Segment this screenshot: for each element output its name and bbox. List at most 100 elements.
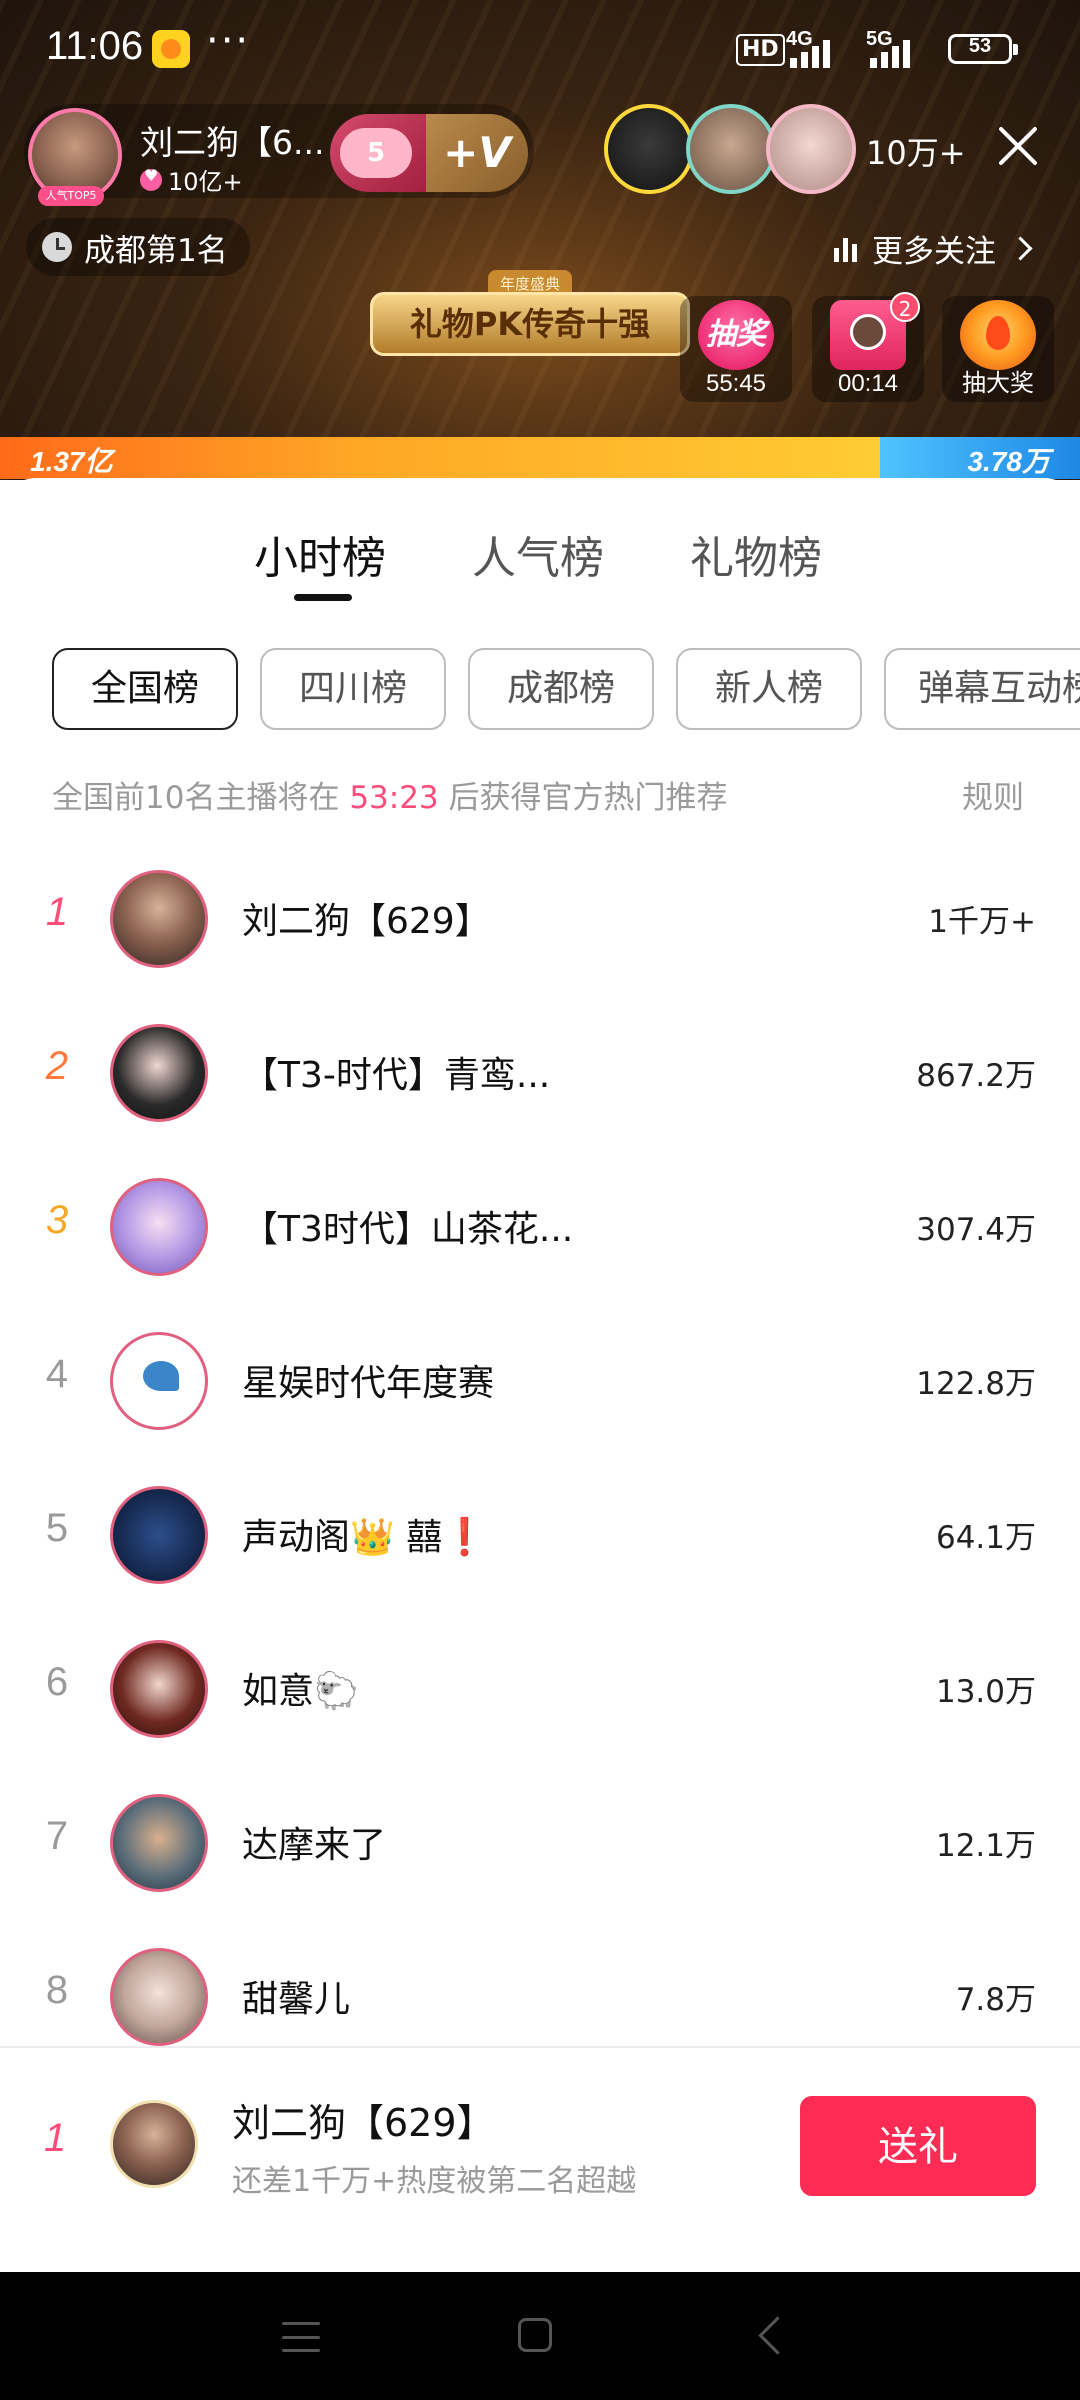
- row-score: 7.8万: [955, 1982, 1036, 2018]
- row-avatar[interactable]: [110, 1178, 208, 1276]
- host-name: 刘二狗【6...: [140, 123, 325, 162]
- filter-danmaku[interactable]: 弹幕互动榜: [884, 648, 1080, 730]
- row-name: 星娱时代年度赛: [242, 1363, 495, 1404]
- ranking-row[interactable]: 7 达摩来了 12.1万: [0, 1766, 1080, 1920]
- row-avatar[interactable]: [110, 1486, 208, 1584]
- lottery-activity[interactable]: 抽奖 55:45: [680, 296, 792, 402]
- hd-voice-icon: HD: [736, 34, 785, 66]
- active-tab-indicator: [294, 594, 352, 601]
- audience-avatar-2[interactable]: [686, 104, 776, 194]
- ranking-row[interactable]: 5 声动阁👑 囍❗ 64.1万: [0, 1458, 1080, 1612]
- row-name: 刘二狗【629】: [242, 901, 491, 942]
- row-score: 64.1万: [935, 1520, 1036, 1556]
- pk-right-value: 3.78万: [967, 446, 1050, 477]
- battery-icon: 53: [948, 34, 1018, 64]
- battery-level: 53: [968, 35, 992, 57]
- row-score: 13.0万: [935, 1674, 1036, 1710]
- ranking-row[interactable]: 1 刘二狗【629】 1千万+: [0, 842, 1080, 996]
- row-name: 【T3时代】山茶花...: [242, 1209, 574, 1250]
- pk-progress-bar: 1.37亿 3.78万: [0, 437, 1080, 479]
- audience-avatar-3[interactable]: [766, 104, 856, 194]
- rules-link[interactable]: 规则: [962, 772, 1024, 817]
- recommend-notice: 全国前10名主播将在 53:23 后获得官方热门推荐: [52, 772, 728, 817]
- row-score: 867.2万: [916, 1058, 1036, 1094]
- host-avatar-tag: 人气TOP5: [38, 186, 104, 206]
- my-rank-footer: 1 刘二狗【629】 还差1千万+热度被第二名超越 送礼: [0, 2046, 1080, 2274]
- row-score: 1千万+: [928, 904, 1036, 940]
- status-time: 11:06: [46, 24, 144, 68]
- lottery-icon: 抽奖: [698, 300, 774, 370]
- filter-chengdu[interactable]: 成都榜: [468, 648, 654, 730]
- big-prize-activity[interactable]: 抽大奖: [942, 296, 1054, 402]
- filter-sichuan[interactable]: 四川榜: [260, 648, 446, 730]
- host-fans-count: 10亿+: [168, 168, 243, 196]
- row-avatar[interactable]: [110, 1794, 208, 1892]
- row-rank: 7: [45, 1814, 69, 1858]
- row-rank: 5: [45, 1506, 69, 1550]
- follow-button[interactable]: +V: [426, 114, 528, 192]
- ranking-row[interactable]: 3 【T3时代】山茶花... 307.4万: [0, 1150, 1080, 1304]
- fan-level-badge[interactable]: 5: [330, 114, 426, 192]
- live-room-background: 11:06 ··· HD 4G 5G 53 人气TOP5 刘二狗【6... 10…: [0, 0, 1080, 480]
- row-avatar[interactable]: [110, 870, 208, 968]
- gift-box-activity[interactable]: 2 00:14: [812, 292, 924, 402]
- my-name: 刘二狗【629】: [232, 2101, 495, 2145]
- event-banner[interactable]: 年度盛典 礼物PK传奇十强: [370, 262, 690, 362]
- tab-popularity[interactable]: 人气榜: [472, 522, 604, 586]
- row-name: 甜馨儿: [242, 1979, 351, 2020]
- send-gift-button[interactable]: 送礼: [800, 2096, 1036, 2196]
- notification-app-icon: [152, 30, 190, 68]
- fan-level-value: 5: [340, 128, 412, 178]
- row-avatar[interactable]: [110, 1332, 208, 1430]
- bar-chart-icon: [834, 236, 860, 262]
- gift-box-badge: 2: [890, 292, 920, 322]
- audience-avatar-1[interactable]: [604, 104, 694, 194]
- chevron-right-icon: [1008, 236, 1033, 261]
- back-icon[interactable]: [758, 2316, 797, 2355]
- ranking-row[interactable]: 6 如意🐑 13.0万: [0, 1612, 1080, 1766]
- row-rank: 4: [45, 1352, 69, 1396]
- close-icon[interactable]: [996, 124, 1040, 168]
- my-rank-status: 还差1千万+热度被第二名超越: [232, 2164, 637, 2199]
- row-avatar[interactable]: [110, 1640, 208, 1738]
- ranking-sheet: 小时榜 人气榜 礼物榜 全国榜 四川榜 成都榜 新人榜 弹幕互动榜 全国前10名…: [0, 478, 1080, 2272]
- signal-icon-2: [870, 34, 922, 68]
- heart-icon: [140, 166, 162, 191]
- pk-left-fill: 1.37亿: [0, 437, 881, 479]
- row-score: 307.4万: [916, 1212, 1036, 1248]
- notice-countdown: 53:23: [349, 780, 439, 816]
- lottery-timer: 55:45: [705, 370, 767, 397]
- my-avatar[interactable]: [110, 2100, 198, 2188]
- host-fans: 10亿+: [140, 162, 243, 197]
- event-banner-title: 礼物PK传奇十强: [370, 292, 690, 356]
- status-bar: 11:06 ··· HD 4G 5G 53: [0, 0, 1080, 100]
- menu-icon[interactable]: [282, 2322, 320, 2352]
- big-prize-label: 抽大奖: [962, 370, 1034, 397]
- ranking-row[interactable]: 4 星娱时代年度赛 122.8万: [0, 1304, 1080, 1458]
- more-follow-link[interactable]: 更多关注: [834, 226, 1033, 271]
- filter-national[interactable]: 全国榜: [52, 648, 238, 730]
- big-prize-icon: [960, 300, 1036, 370]
- signal-icon: [790, 34, 842, 68]
- tab-gift[interactable]: 礼物榜: [690, 522, 822, 586]
- row-name: 【T3-时代】青鸾...: [242, 1055, 551, 1096]
- row-avatar[interactable]: [110, 1024, 208, 1122]
- row-avatar[interactable]: [110, 1948, 208, 2046]
- tab-hourly[interactable]: 小时榜: [254, 522, 386, 586]
- pk-left-value: 1.37亿: [30, 446, 113, 477]
- status-more-icon: ···: [206, 18, 251, 64]
- location-rank-chip[interactable]: 成都第1名: [26, 218, 250, 276]
- more-follow-label: 更多关注: [872, 234, 996, 270]
- ranking-row[interactable]: 2 【T3-时代】青鸾... 867.2万: [0, 996, 1080, 1150]
- system-nav-bar: [0, 2272, 1080, 2400]
- pk-right-fill: 3.78万: [880, 437, 1080, 479]
- row-score: 12.1万: [935, 1828, 1036, 1864]
- audience-count[interactable]: 10万+: [866, 128, 966, 174]
- filter-newcomer[interactable]: 新人榜: [676, 648, 862, 730]
- row-rank: 6: [45, 1660, 69, 1704]
- notice-prefix: 全国前10名主播将在: [52, 780, 340, 816]
- row-rank: 8: [45, 1968, 69, 2012]
- row-name: 声动阁👑 囍❗: [242, 1517, 488, 1558]
- row-rank: 2: [45, 1044, 69, 1088]
- home-icon[interactable]: [518, 2318, 552, 2352]
